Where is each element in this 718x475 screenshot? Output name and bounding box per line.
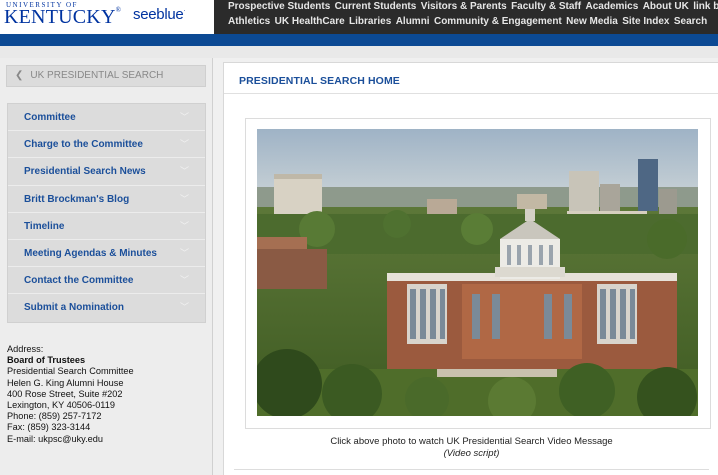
address-line: Presidential Search Committee — [7, 366, 134, 377]
sidebar-item-label: Contact the Committee — [24, 275, 134, 287]
top-nav-link-faculty-staff[interactable]: Faculty & Staff — [511, 0, 581, 15]
blue-divider-bar — [0, 34, 718, 46]
sidebar-item-label: Meeting Agendas & Minutes — [24, 247, 157, 259]
address-org: Board of Trustees — [7, 355, 86, 366]
top-nav-link-new-media[interactable]: New Media — [566, 15, 618, 30]
top-nav-row-1: Prospective Students Current Students Visi… — [228, 0, 718, 15]
chevron-down-icon: ﹀ — [179, 275, 189, 286]
main-content: PRESIDENTIAL SEARCH HOME Click above pho… — [213, 58, 718, 475]
address-line: Helen G. King Alumni House — [7, 377, 124, 388]
address-fax: Fax: (859) 323-3144 — [7, 422, 91, 433]
title-divider — [224, 93, 718, 94]
sidebar-item-committee[interactable]: Committee ﹀ — [8, 104, 205, 132]
sidebar-item-label: Britt Brockman's Blog — [24, 193, 130, 205]
logo-kentucky-text: KENTUCKY® — [4, 6, 122, 28]
top-nav-link-libraries[interactable]: Libraries — [349, 15, 391, 30]
page-title: PRESIDENTIAL SEARCH HOME — [239, 75, 400, 87]
sidebar-item-presidential-search-news[interactable]: Presidential Search News ﹀ — [8, 158, 205, 186]
content-panel: PRESIDENTIAL SEARCH HOME Click above pho… — [223, 62, 718, 475]
chevron-down-icon: ﹀ — [179, 220, 189, 231]
chevron-down-icon: ﹀ — [179, 166, 189, 177]
chevron-down-icon: ﹀ — [179, 302, 189, 313]
sidebar-item-label: Committee — [24, 112, 76, 123]
video-caption: Click above photo to watch UK Presidenti… — [330, 436, 613, 447]
sidebar-item-timeline[interactable]: Timeline ﹀ — [8, 213, 205, 240]
sidebar-item-contact-the-committee[interactable]: Contact the Committee ﹀ — [8, 267, 205, 295]
address-heading: Address: — [7, 344, 44, 354]
gray-divider-bar — [0, 46, 718, 58]
campus-aerial-image — [257, 129, 698, 416]
top-nav-link-site-index[interactable]: Site Index — [622, 15, 669, 30]
top-nav-link-academics[interactable]: Academics — [585, 0, 638, 15]
sidebar-item-charge-to-the-committee[interactable]: Charge to the Committee ﹀ — [8, 131, 205, 159]
video-photo-frame — [245, 118, 711, 429]
sidebar-item-britt-brockman-s-blog[interactable]: Britt Brockman's Blog ﹀ — [8, 186, 205, 213]
seeblue-logo[interactable]: seeblue. — [133, 6, 185, 23]
top-nav-link-community-engagement[interactable]: Community & Engagement — [434, 15, 562, 30]
top-navigation: Prospective Students Current Students Visi… — [228, 0, 718, 30]
address-email[interactable]: E-mail: ukpsc@uky.edu — [7, 434, 134, 445]
campus-photo[interactable] — [257, 129, 698, 416]
address-line: Lexington, KY 40506-0119 — [7, 400, 115, 411]
sidebar: ❮ UK PRESIDENTIAL SEARCH Committee ﹀ Charge… — [0, 58, 212, 475]
top-nav-link-search[interactable]: Search — [674, 15, 707, 30]
top-nav-link-alumni[interactable]: Alumni — [396, 15, 430, 30]
sidebar-item-label: Timeline — [24, 220, 65, 232]
sidebar-item-label: Charge to the Committee — [24, 139, 143, 151]
video-script-link[interactable]: (Video script) — [224, 448, 718, 459]
sidebar-item-label: Submit a Nomination — [24, 302, 124, 314]
address-line: 400 Rose Street, Suite #202 — [7, 388, 123, 399]
global-header: UNIVERSITY OF KENTUCKY® seeblue. Prospec… — [0, 0, 718, 34]
back-to-search-button[interactable]: ❮ UK PRESIDENTIAL SEARCH — [6, 65, 206, 87]
chevron-down-icon: ﹀ — [179, 139, 189, 150]
top-nav-link-current-students[interactable]: Current Students — [335, 0, 417, 15]
back-button-label: UK PRESIDENTIAL SEARCH — [30, 70, 164, 81]
top-nav-link-prospective-students[interactable]: Prospective Students — [228, 0, 330, 15]
top-nav-link-about-uk[interactable]: About UK — [643, 0, 689, 15]
top-nav-row-2: Athletics UK HealthCare Libraries Alumni Com… — [228, 15, 718, 30]
top-nav-link-uk-healthcare[interactable]: UK HealthCare — [275, 15, 345, 30]
top-nav-link-visitors-parents[interactable]: Visitors & Parents — [421, 0, 507, 15]
chevron-down-icon: ﹀ — [179, 247, 189, 258]
chevron-down-icon: ﹀ — [179, 112, 189, 122]
sidebar-menu: Committee ﹀ Charge to the Committee ﹀ Presid… — [7, 103, 206, 323]
contact-address: Address: Board of Trustees Presidential … — [7, 344, 134, 445]
chevron-left-icon: ❮ — [15, 70, 24, 81]
top-nav-link-link-blue[interactable]: link blue — [693, 0, 718, 15]
top-nav-link-athletics[interactable]: Athletics — [228, 15, 270, 30]
address-phone: Phone: (859) 257-7172 — [7, 411, 102, 422]
sidebar-item-meeting-agendas-minutes[interactable]: Meeting Agendas & Minutes ﹀ — [8, 240, 205, 268]
uk-logo[interactable]: UNIVERSITY OF KENTUCKY® seeblue. — [0, 0, 214, 34]
bottom-divider — [234, 469, 709, 470]
chevron-down-icon: ﹀ — [179, 193, 189, 204]
sidebar-item-submit-a-nomination[interactable]: Submit a Nomination ﹀ — [8, 294, 205, 321]
sidebar-item-label: Presidential Search News — [24, 166, 146, 178]
